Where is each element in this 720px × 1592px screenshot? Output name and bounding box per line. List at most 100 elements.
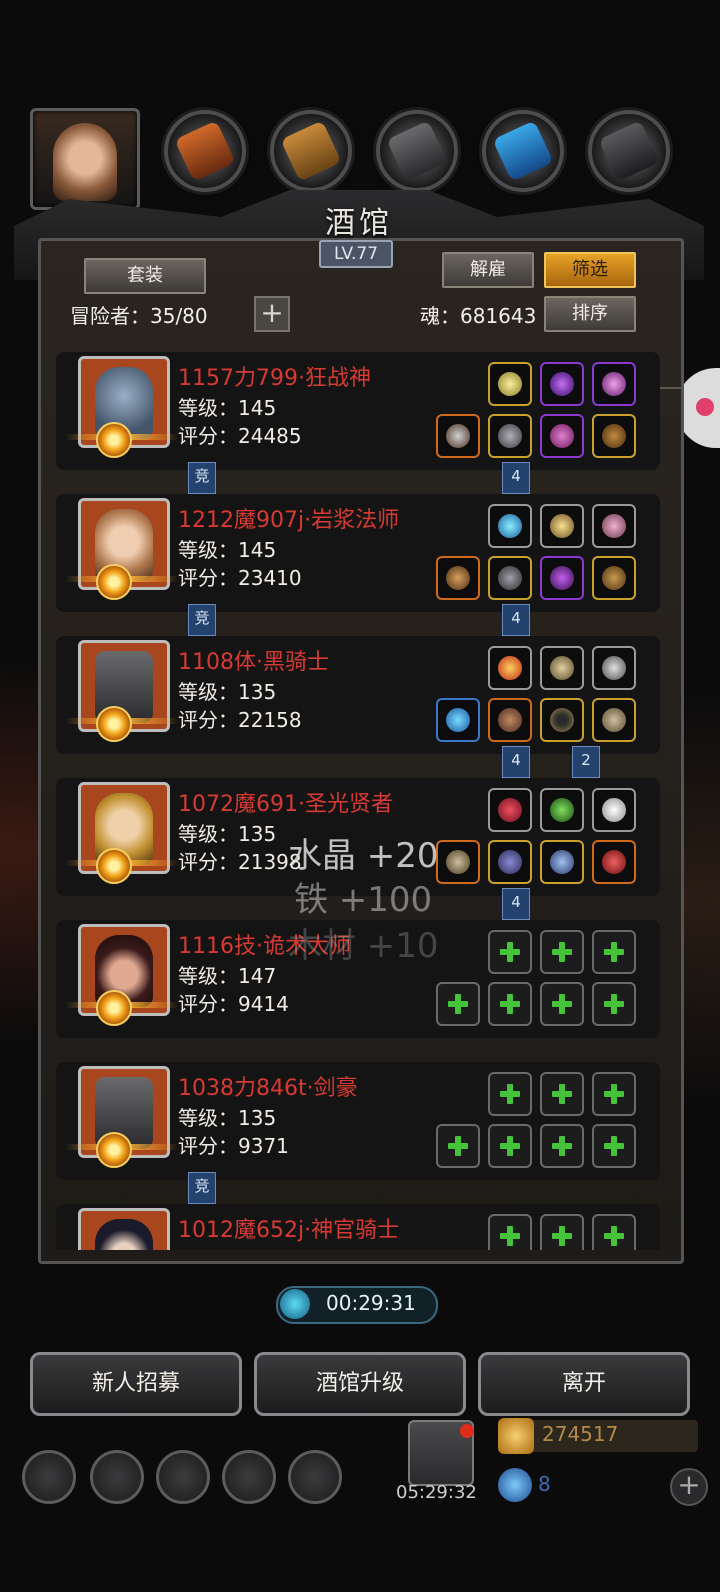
empty-equipment-slot[interactable] xyxy=(488,982,532,1026)
orb-icon xyxy=(498,514,522,538)
equipment-slot[interactable] xyxy=(540,788,584,832)
equipment-slot[interactable] xyxy=(488,362,532,406)
equipment-slot[interactable] xyxy=(540,414,584,458)
adventurer-card[interactable]: 1038力846t·剑豪 等级：135 评分：9371 xyxy=(56,1062,660,1180)
empty-equipment-slot[interactable] xyxy=(540,1124,584,1168)
star-menu-icon[interactable] xyxy=(90,1450,144,1504)
equipment-slot[interactable] xyxy=(436,556,480,600)
settings-gear-icon[interactable] xyxy=(22,1450,76,1504)
equipment-slot[interactable] xyxy=(592,362,636,406)
adventurer-count: 冒险者：35/80 xyxy=(70,304,208,328)
category-tab-stone[interactable] xyxy=(588,110,670,192)
equipment-slot[interactable] xyxy=(488,788,532,832)
horn-icon xyxy=(550,656,574,680)
empty-equipment-slot[interactable] xyxy=(488,1124,532,1168)
empty-equipment-slot[interactable] xyxy=(488,930,532,974)
empty-equipment-slot[interactable] xyxy=(592,930,636,974)
empty-equipment-slot[interactable] xyxy=(592,1072,636,1116)
equipment-slot[interactable] xyxy=(488,556,532,600)
scepter-icon xyxy=(446,850,470,874)
add-capacity-button[interactable]: + xyxy=(254,296,290,332)
equipment-slot[interactable] xyxy=(540,362,584,406)
empty-equipment-slot[interactable] xyxy=(488,1072,532,1116)
adventurer-card[interactable]: 1108体·黑骑士 等级：135 评分：22158 xyxy=(56,636,660,754)
category-tab-iron[interactable] xyxy=(376,110,458,192)
floating-reward-wood: 木材 +10 xyxy=(288,926,439,966)
chat-icon[interactable] xyxy=(288,1450,342,1504)
robe-icon xyxy=(498,708,522,732)
pendant-icon xyxy=(550,850,574,874)
suit-button[interactable]: 套装 xyxy=(84,258,206,294)
equipment-slot[interactable] xyxy=(592,556,636,600)
cloak-icon xyxy=(498,850,522,874)
guild-menu-icon[interactable] xyxy=(156,1450,210,1504)
empty-equipment-slot[interactable] xyxy=(592,1214,636,1250)
category-tab-crystal[interactable] xyxy=(482,110,564,192)
equipment-slot[interactable] xyxy=(592,840,636,884)
ring-icon xyxy=(602,708,626,732)
red-potion-icon xyxy=(602,850,626,874)
empty-equipment-slot[interactable] xyxy=(540,982,584,1026)
empty-equipment-slot[interactable] xyxy=(436,982,480,1026)
filter-button[interactable]: 筛选 xyxy=(544,252,636,288)
adventurer-card[interactable]: 1212魔907j·岩浆法师 等级：145 评分：23410 xyxy=(56,494,660,612)
belt-icon xyxy=(602,424,626,448)
sort-button[interactable]: 排序 xyxy=(544,296,636,332)
equipment-slot[interactable] xyxy=(436,840,480,884)
empty-equipment-slot[interactable] xyxy=(540,1214,584,1250)
equipment-slot[interactable] xyxy=(488,504,532,548)
equipment-slot[interactable] xyxy=(540,556,584,600)
gift-timer: 05:29:32 xyxy=(396,1482,477,1503)
dismiss-button[interactable]: 解雇 xyxy=(442,252,534,288)
adventurer-portrait[interactable] xyxy=(78,1208,170,1250)
equipment-slot[interactable] xyxy=(540,504,584,548)
upgrade-tavern-button[interactable]: 酒馆升级 xyxy=(254,1352,466,1416)
equipment-slot[interactable] xyxy=(540,698,584,742)
equipment-slot[interactable] xyxy=(488,840,532,884)
equipment-slot[interactable] xyxy=(540,646,584,690)
pouch-icon xyxy=(602,566,626,590)
herb-icon xyxy=(550,798,574,822)
leave-button[interactable]: 离开 xyxy=(478,1352,690,1416)
recruit-button[interactable]: 新人招募 xyxy=(30,1352,242,1416)
star-emblem-icon xyxy=(96,422,132,458)
empty-equipment-slot[interactable] xyxy=(436,1124,480,1168)
adventurer-list[interactable]: 1157力799·狂战神 等级：145 评分：24485 竞 4 1212魔90… xyxy=(56,348,666,1250)
floating-reward-iron: 铁 +100 xyxy=(294,880,433,920)
adventurer-card[interactable]: 1157力799·狂战神 等级：145 评分：24485 xyxy=(56,352,660,470)
empty-equipment-slot[interactable] xyxy=(592,982,636,1026)
equipment-slot[interactable] xyxy=(488,646,532,690)
equipment-slot[interactable] xyxy=(436,698,480,742)
equipment-slot[interactable] xyxy=(592,698,636,742)
adventurer-level: 等级：147 xyxy=(178,964,277,988)
mail-icon[interactable] xyxy=(222,1450,276,1504)
gold-coin-icon xyxy=(498,1418,534,1454)
empty-equipment-slot[interactable] xyxy=(540,1072,584,1116)
equipment-slot[interactable] xyxy=(592,414,636,458)
adventurer-score: 评分：9414 xyxy=(178,992,289,1016)
empty-equipment-slot[interactable] xyxy=(540,930,584,974)
equipment-slot[interactable] xyxy=(540,840,584,884)
category-tab-wood[interactable] xyxy=(270,110,352,192)
add-currency-button[interactable]: + xyxy=(670,1468,708,1506)
equipment-slot[interactable] xyxy=(592,504,636,548)
add-equipment-icon xyxy=(551,1083,573,1105)
equipment-slot[interactable] xyxy=(436,414,480,458)
adventurer-name: 1038力846t·剑豪 xyxy=(178,1076,358,1101)
add-equipment-icon xyxy=(603,993,625,1015)
helmet-icon xyxy=(498,566,522,590)
add-equipment-icon xyxy=(551,1135,573,1157)
adventurer-card[interactable]: 1012魔652j·神官骑士 xyxy=(56,1204,660,1250)
empty-equipment-slot[interactable] xyxy=(488,1214,532,1250)
adventurer-level: 等级：135 xyxy=(178,1106,277,1130)
adventurer-name: 1157力799·狂战神 xyxy=(178,366,371,391)
add-equipment-icon xyxy=(551,993,573,1015)
empty-equipment-slot[interactable] xyxy=(592,1124,636,1168)
equipment-slot[interactable] xyxy=(488,698,532,742)
rank-flag: 4 xyxy=(502,462,530,494)
equipment-slot[interactable] xyxy=(592,788,636,832)
weapon-category-icon xyxy=(174,120,236,182)
equipment-slot[interactable] xyxy=(488,414,532,458)
category-tab-weapon[interactable] xyxy=(164,110,246,192)
equipment-slot[interactable] xyxy=(592,646,636,690)
